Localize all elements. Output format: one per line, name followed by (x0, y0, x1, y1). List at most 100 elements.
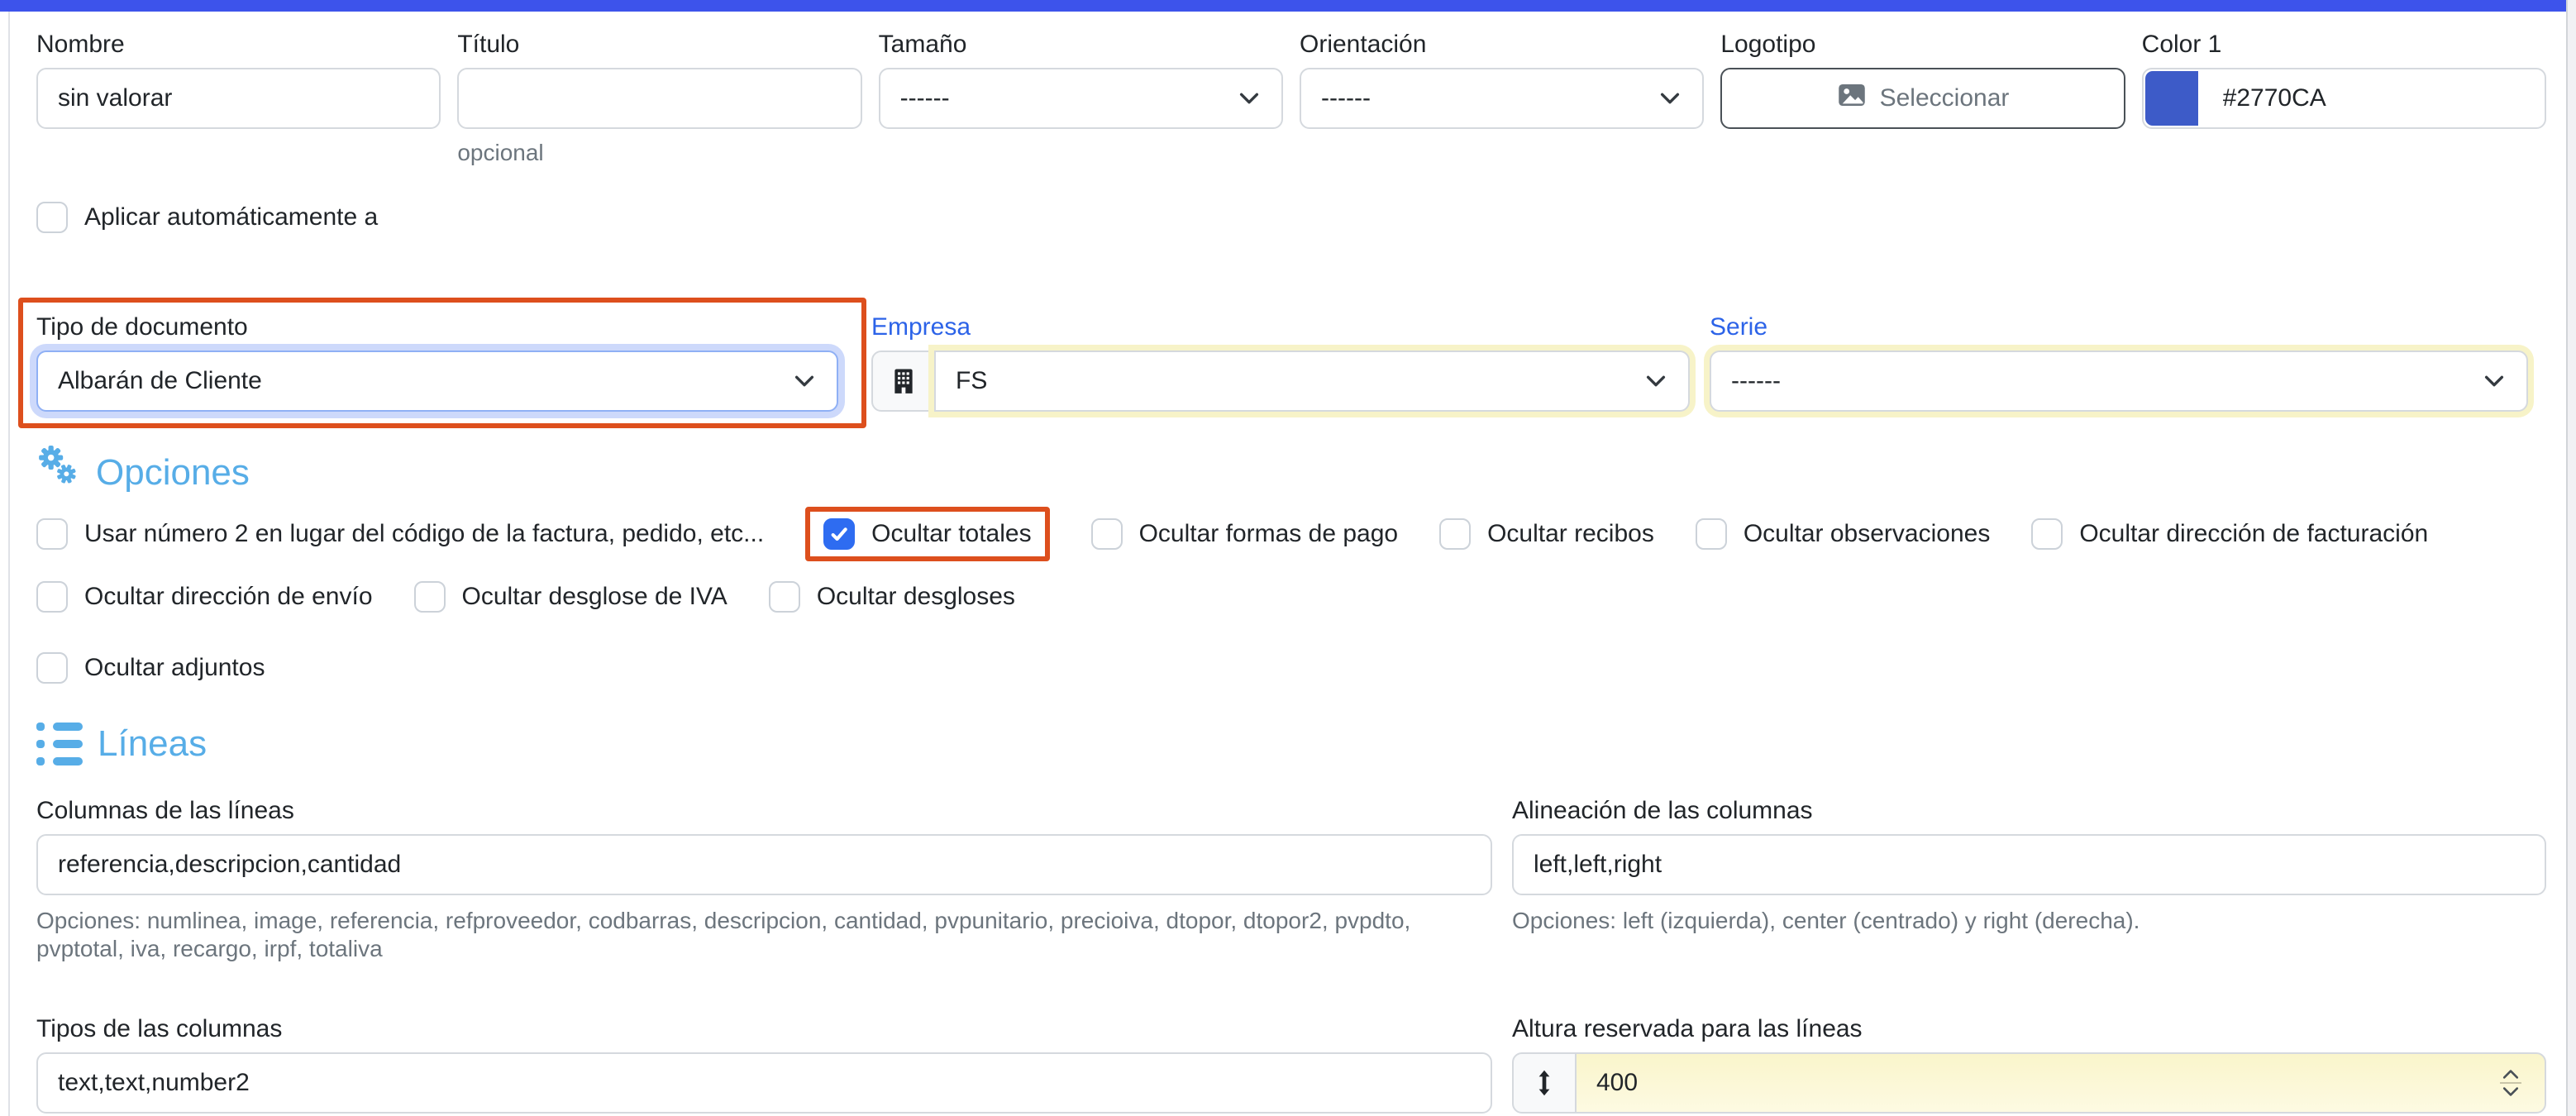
checkbox[interactable] (36, 202, 68, 233)
empresa-input-group: FS (871, 351, 1690, 412)
spinner-divider (2500, 1082, 2521, 1084)
document-type-row: Tipo de documento Albarán de Cliente Emp… (36, 298, 2546, 428)
checkbox-item[interactable]: Ocultar desglose de IVA (414, 581, 727, 613)
checkbox[interactable] (2031, 518, 2063, 550)
altura-number-input[interactable]: 400 (1575, 1052, 2546, 1114)
nombre-input[interactable]: sin valorar (36, 68, 441, 129)
titulo-input[interactable] (457, 68, 861, 129)
checkbox[interactable] (823, 518, 855, 550)
lineas-fields-grid: Columnas de las líneas referencia,descri… (36, 796, 2546, 1116)
empresa-label: Empresa (871, 312, 1690, 342)
field-columnas-lineas: Columnas de las líneas referencia,descri… (36, 796, 1492, 963)
image-icon (1837, 80, 1867, 117)
checkbox-label: Ocultar dirección de envío (84, 583, 373, 611)
alineacion-input[interactable]: left,left,right (1512, 834, 2546, 895)
field-nombre: Nombre sin valorar (36, 30, 441, 167)
opciones-title: Opciones (96, 451, 250, 495)
logotipo-button-label: Seleccionar (1880, 84, 2010, 112)
checkbox-item[interactable]: Ocultar adjuntos (36, 652, 265, 684)
field-tamano: Tamaño ------ (879, 30, 1283, 167)
nombre-label: Nombre (36, 30, 441, 60)
list-icon (36, 723, 83, 765)
field-titulo: Título opcional (457, 30, 861, 167)
chevron-down-icon (792, 369, 817, 393)
checkbox[interactable] (36, 518, 68, 550)
serie-select[interactable]: ------ (1710, 351, 2528, 412)
checkbox-label: Usar número 2 en lugar del código de la … (84, 520, 764, 548)
checkbox[interactable] (36, 652, 68, 684)
lineas-title: Líneas (98, 722, 207, 766)
altura-input-group: 400 (1512, 1052, 2546, 1114)
checkbox-label: Aplicar automáticamente a (84, 203, 378, 231)
checkbox[interactable] (1091, 518, 1123, 550)
checkbox-item[interactable]: Ocultar dirección de envío (36, 581, 373, 613)
field-orientacion: Orientación ------ (1300, 30, 1704, 167)
logotipo-select-button[interactable]: Seleccionar (1720, 68, 2125, 129)
alineacion-helper: Opciones: left (izquierda), center (cent… (1512, 907, 2546, 935)
checkbox[interactable] (36, 581, 68, 613)
form-content: Nombre sin valorar Título opcional Tamañ… (10, 12, 2566, 1116)
checkbox[interactable] (769, 581, 800, 613)
field-altura-lineas: Altura reservada para las líneas 400 (1512, 1014, 2546, 1116)
field-alineacion-columnas: Alineación de las columnas left,left,rig… (1512, 796, 2546, 963)
field-color1: Color 1 #2770CA (2142, 30, 2546, 167)
field-tipos-columnas: Tipos de las columnas text,text,number2 … (36, 1014, 1492, 1116)
color1-input[interactable]: #2770CA (2142, 68, 2546, 129)
tipo-documento-highlight-rectangle: Tipo de documento Albarán de Cliente (18, 298, 866, 428)
number-spinner[interactable] (2500, 1069, 2521, 1097)
chevron-down-icon (1643, 369, 1668, 393)
logotipo-label: Logotipo (1720, 30, 2125, 60)
building-icon (871, 351, 936, 412)
opciones-checkbox-row-1: Usar número 2 en lugar del código de la … (36, 507, 2546, 561)
checkbox-label: Ocultar adjuntos (84, 654, 265, 682)
checkbox[interactable] (1439, 518, 1471, 550)
checkbox[interactable] (414, 581, 446, 613)
general-fields-row: Nombre sin valorar Título opcional Tamañ… (36, 30, 2546, 167)
columnas-helper: Opciones: numlinea, image, referencia, r… (36, 907, 1492, 963)
checkbox-label: Ocultar desgloses (817, 583, 1015, 611)
arrows-vertical-icon (1512, 1052, 1577, 1114)
field-serie: Serie ------ (1710, 312, 2528, 412)
checkbox[interactable] (1696, 518, 1727, 550)
checkbox-item[interactable]: Ocultar desgloses (769, 581, 1015, 613)
tipo-documento-label: Tipo de documento (36, 312, 838, 342)
columnas-label: Columnas de las líneas (36, 796, 1492, 826)
gears-icon (36, 445, 81, 500)
checkbox-item[interactable]: Usar número 2 en lugar del código de la … (36, 518, 764, 550)
checkbox-item[interactable]: Ocultar formas de pago (1091, 518, 1399, 550)
tipos-input[interactable]: text,text,number2 (36, 1052, 1492, 1114)
tamano-label: Tamaño (879, 30, 1283, 60)
checkbox-item[interactable]: Ocultar dirección de facturación (2031, 518, 2428, 550)
field-logotipo: Logotipo Seleccionar (1720, 30, 2125, 167)
aplicar-automaticamente-checkbox-item[interactable]: Aplicar automáticamente a (36, 202, 2546, 233)
checkbox-item[interactable]: Ocultar observaciones (1696, 518, 1990, 550)
checkbox-label: Ocultar totales (871, 520, 1031, 548)
checkbox-item[interactable]: Ocultar totales (805, 507, 1049, 561)
opciones-checkbox-row-2: Ocultar dirección de envío Ocultar desgl… (36, 581, 2546, 613)
altura-label: Altura reservada para las líneas (1512, 1014, 2546, 1044)
opciones-section-heading: Opciones (36, 445, 2546, 500)
empresa-select[interactable]: FS (934, 351, 1690, 412)
alineacion-label: Alineación de las columnas (1512, 796, 2546, 826)
opciones-checkbox-row-3: Ocultar adjuntos (36, 652, 2546, 684)
vertical-scrollbar[interactable] (2566, 0, 2576, 1116)
orientacion-label: Orientación (1300, 30, 1704, 60)
color1-swatch[interactable] (2145, 71, 2198, 126)
color1-label: Color 1 (2142, 30, 2546, 60)
tipo-documento-select[interactable]: Albarán de Cliente (36, 351, 838, 412)
checkbox-item[interactable]: Ocultar recibos (1439, 518, 1654, 550)
print-template-form-page: Nombre sin valorar Título opcional Tamañ… (0, 0, 2576, 1116)
checkbox-label: Ocultar observaciones (1744, 520, 1990, 548)
checkbox-label: Ocultar desglose de IVA (462, 583, 727, 611)
titulo-helper: opcional (457, 139, 861, 167)
chevron-down-icon (2482, 369, 2507, 393)
field-empresa: Empresa FS (871, 312, 1690, 412)
orientacion-select[interactable]: ------ (1300, 68, 1704, 129)
lineas-section-heading: Líneas (36, 722, 2546, 766)
serie-label: Serie (1710, 312, 2528, 342)
titulo-label: Título (457, 30, 861, 60)
columnas-input[interactable]: referencia,descripcion,cantidad (36, 834, 1492, 895)
tipos-label: Tipos de las columnas (36, 1014, 1492, 1044)
checkbox-label: Ocultar recibos (1487, 520, 1654, 548)
tamano-select[interactable]: ------ (879, 68, 1283, 129)
